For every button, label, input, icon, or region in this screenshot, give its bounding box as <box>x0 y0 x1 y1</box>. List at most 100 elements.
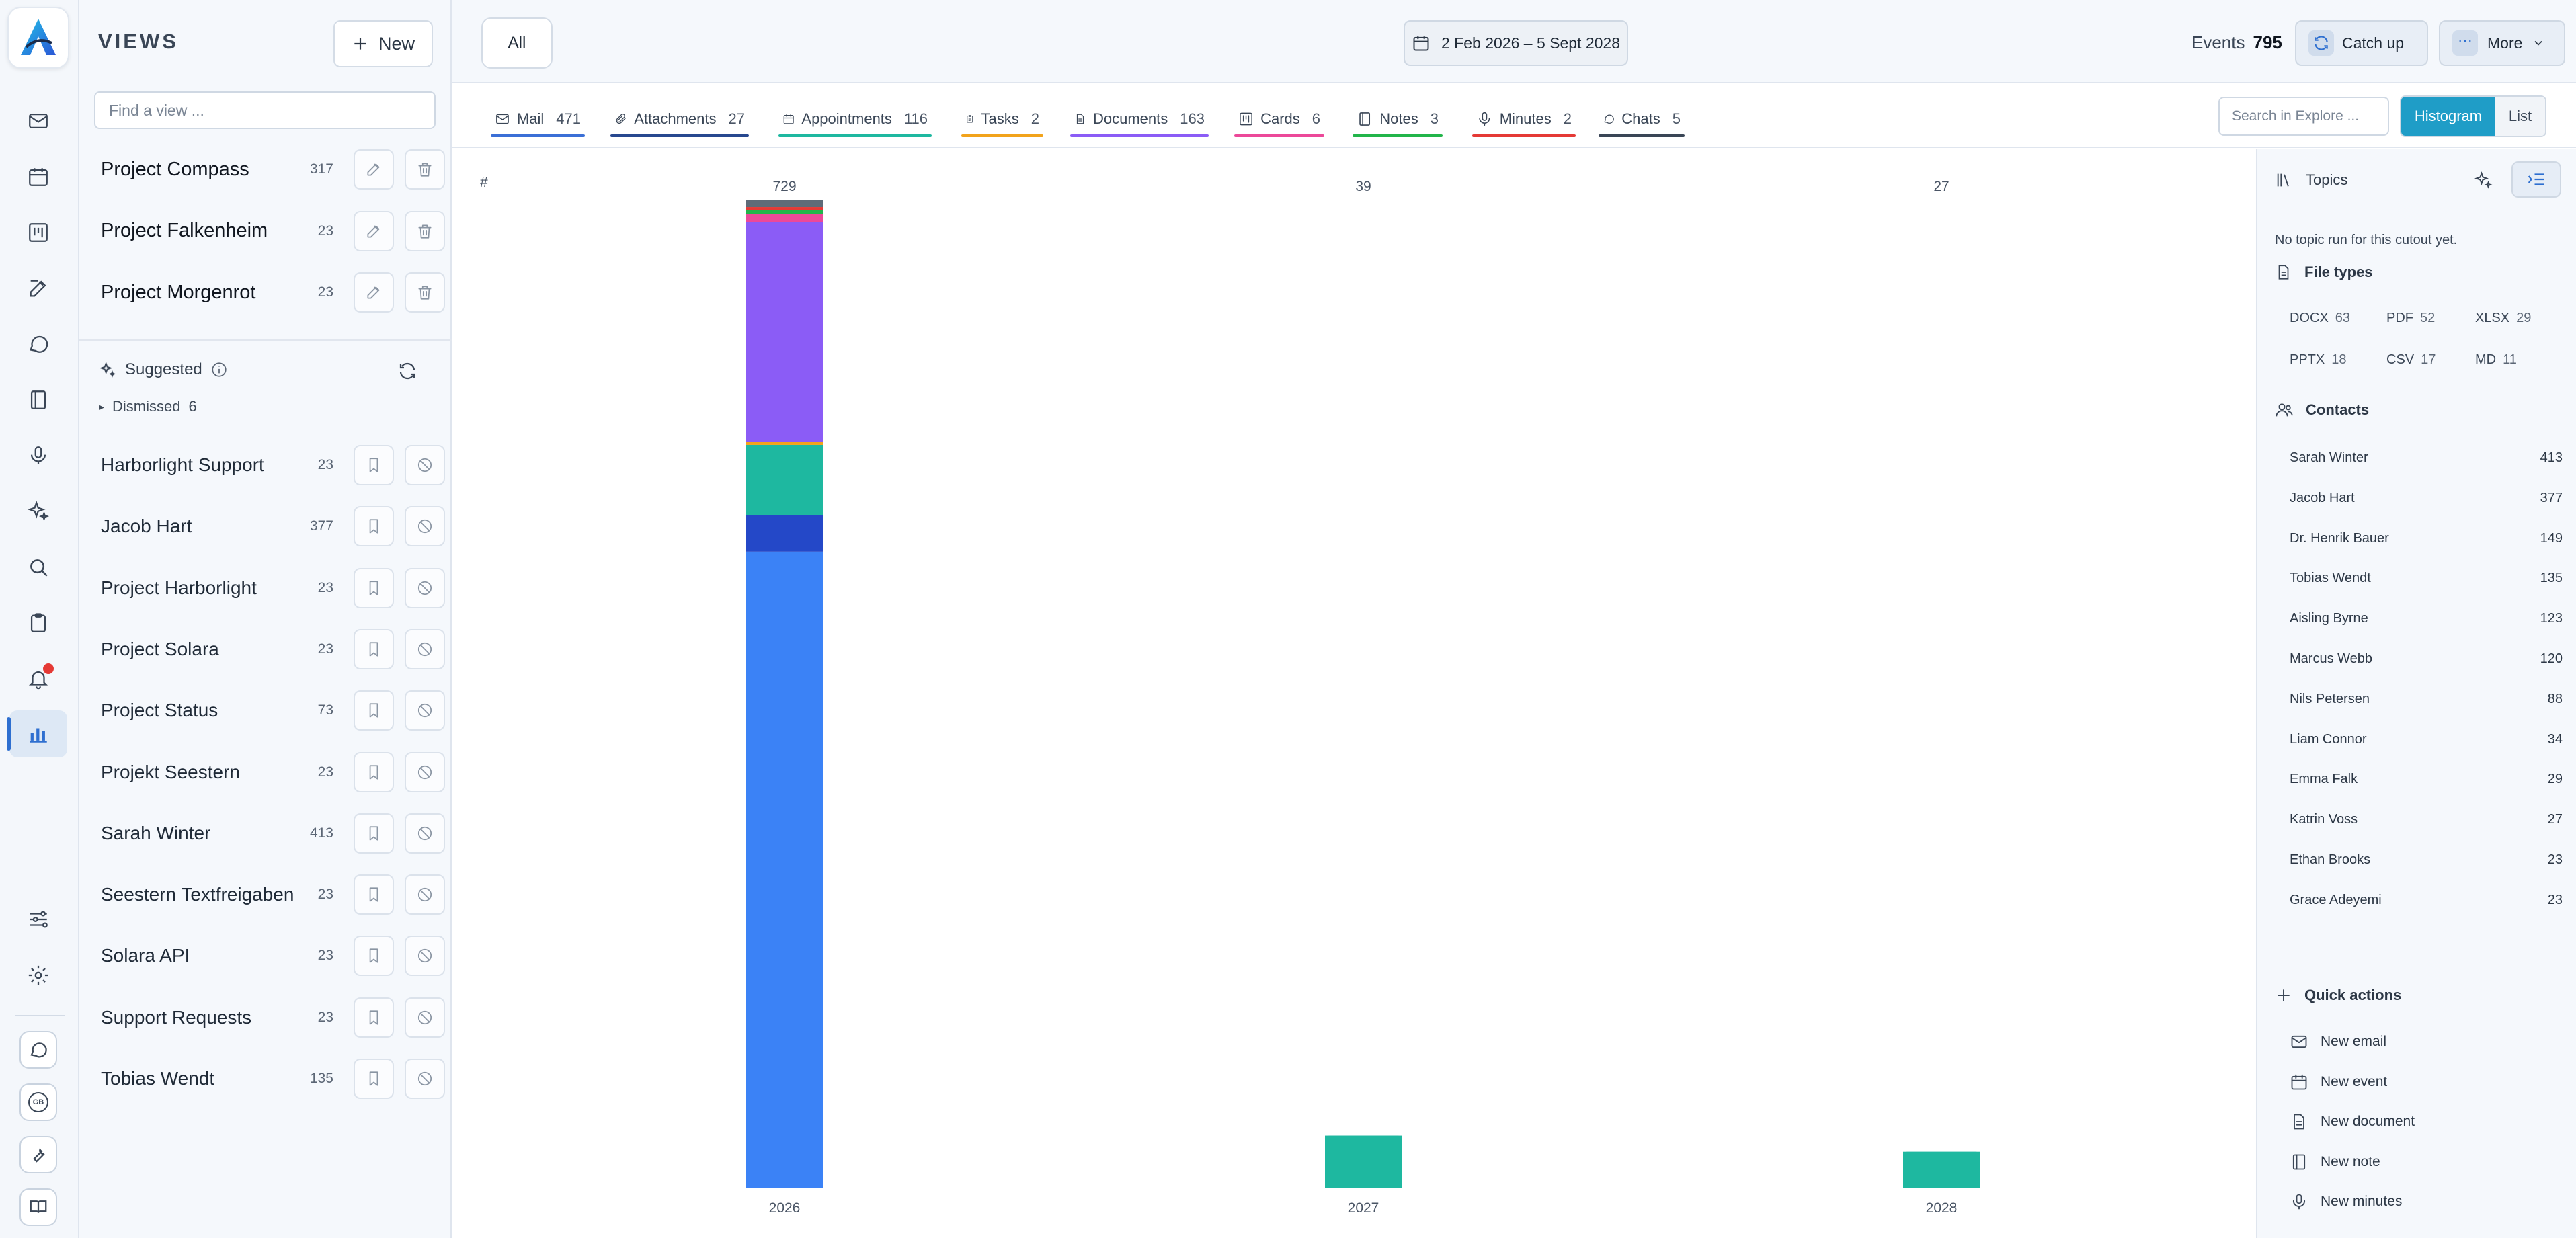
rail-edit[interactable] <box>9 265 67 312</box>
tab-chats[interactable]: Chats 5 <box>1599 105 1685 137</box>
find-view-input[interactable] <box>94 91 436 129</box>
new-view-button[interactable]: New <box>333 20 433 67</box>
save-view-button[interactable] <box>354 628 394 669</box>
rail-language[interactable]: GB <box>9 1079 67 1126</box>
file-type-chip[interactable]: MD 11 <box>2475 352 2517 368</box>
bar-segment-mail[interactable] <box>746 551 823 1188</box>
rail-notifications[interactable] <box>9 655 67 702</box>
save-view-button[interactable] <box>354 874 394 915</box>
edit-view-button[interactable] <box>354 149 394 190</box>
quick-action-new-email[interactable]: New email <box>2290 1032 2386 1051</box>
collapse-panel-button[interactable] <box>2511 161 2561 198</box>
bar-segment-appointments[interactable] <box>1325 1135 1402 1188</box>
refresh-suggested-button[interactable] <box>393 356 422 386</box>
info-icon[interactable] <box>210 361 228 378</box>
pinned-view-row[interactable]: Project Compass 317 <box>79 142 452 196</box>
contact-row[interactable]: Ethan Brooks 23 <box>2257 841 2576 879</box>
tab-appointments[interactable]: Appointments 116 <box>778 105 932 137</box>
dismiss-view-button[interactable] <box>405 813 445 854</box>
contact-row[interactable]: Katrin Voss 27 <box>2257 801 2576 839</box>
dismiss-view-button[interactable] <box>405 936 445 977</box>
file-type-chip[interactable]: DOCX 63 <box>2290 311 2350 326</box>
contact-row[interactable]: Sarah Winter 413 <box>2257 440 2576 477</box>
save-view-button[interactable] <box>354 751 394 792</box>
dismiss-view-button[interactable] <box>405 506 445 547</box>
bar-segment-appointments[interactable] <box>746 444 823 515</box>
rail-notes[interactable] <box>9 376 67 423</box>
contact-row[interactable]: Jacob Hart 377 <box>2257 480 2576 518</box>
rail-search[interactable] <box>9 544 67 591</box>
save-view-button[interactable] <box>354 445 394 485</box>
quick-action-new-note[interactable]: New note <box>2290 1153 2380 1171</box>
delete-view-button[interactable] <box>405 210 445 251</box>
tab-minutes[interactable]: Minutes 2 <box>1472 105 1576 137</box>
contact-row[interactable]: Dr. Henrik Bauer 149 <box>2257 520 2576 558</box>
dismiss-view-button[interactable] <box>405 567 445 608</box>
contact-row[interactable]: Marcus Webb 120 <box>2257 641 2576 678</box>
bar-segment-appointments[interactable] <box>1903 1151 1980 1188</box>
save-view-button[interactable] <box>354 506 394 547</box>
contact-row[interactable]: Grace Adeyemi 23 <box>2257 882 2576 919</box>
dismiss-view-button[interactable] <box>405 690 445 731</box>
tab-tasks[interactable]: Tasks 2 <box>961 105 1043 137</box>
dismiss-view-button[interactable] <box>405 997 445 1038</box>
suggested-view-row[interactable]: Projekt Seestern 23 <box>79 745 452 799</box>
contact-row[interactable]: Liam Connor 34 <box>2257 721 2576 759</box>
pinned-view-row[interactable]: Project Morgenrot 23 <box>79 265 452 319</box>
rail-kanban[interactable] <box>9 209 67 256</box>
app-logo[interactable] <box>7 7 69 69</box>
tab-cards[interactable]: Cards 6 <box>1234 105 1324 137</box>
rail-ai[interactable] <box>9 488 67 535</box>
suggested-view-row[interactable]: Tobias Wendt 135 <box>79 1052 452 1106</box>
quick-action-new-minutes[interactable]: New minutes <box>2290 1192 2402 1211</box>
rail-minutes[interactable] <box>9 432 67 479</box>
rail-explore[interactable] <box>7 710 67 757</box>
bar-cap[interactable] <box>1903 1151 1980 1157</box>
suggested-view-row[interactable]: Support Requests 23 <box>79 991 452 1044</box>
edit-view-button[interactable] <box>354 210 394 251</box>
delete-view-button[interactable] <box>405 149 445 190</box>
save-view-button[interactable] <box>354 997 394 1038</box>
rail-chat[interactable] <box>9 321 67 368</box>
more-button[interactable]: ··· More <box>2439 20 2565 66</box>
suggested-view-row[interactable]: Solara API 23 <box>79 929 452 983</box>
dismiss-view-button[interactable] <box>405 628 445 669</box>
rail-tools[interactable] <box>9 1131 67 1178</box>
bar-segment-cards[interactable] <box>746 214 823 222</box>
rail-mail[interactable] <box>9 97 67 145</box>
pinned-view-row[interactable]: Project Falkenheim 23 <box>79 204 452 258</box>
rail-support[interactable] <box>9 1026 67 1073</box>
tab-mail[interactable]: Mail 471 <box>491 105 585 137</box>
bar-segment-documents[interactable] <box>746 222 823 442</box>
rail-calendar[interactable] <box>9 153 67 200</box>
quick-action-new-event[interactable]: New event <box>2290 1073 2387 1091</box>
suggested-view-row[interactable]: Seestern Textfreigaben 23 <box>79 868 452 921</box>
dismiss-view-button[interactable] <box>405 874 445 915</box>
bar-cap[interactable] <box>746 200 823 206</box>
tab-notes[interactable]: Notes 3 <box>1353 105 1443 137</box>
bar-cap[interactable] <box>1325 1135 1402 1141</box>
suggested-view-row[interactable]: Project Status 73 <box>79 684 452 737</box>
suggested-view-row[interactable]: Project Harborlight 23 <box>79 561 452 615</box>
tab-attachments[interactable]: Attachments 27 <box>610 105 749 137</box>
file-type-chip[interactable]: CSV 17 <box>2386 352 2436 368</box>
bar-segment-tasks[interactable] <box>746 442 823 445</box>
bar-segment-minutes[interactable] <box>746 207 823 210</box>
edit-view-button[interactable] <box>354 272 394 313</box>
suggested-view-row[interactable]: Jacob Hart 377 <box>79 499 452 553</box>
dismiss-view-button[interactable] <box>405 751 445 792</box>
save-view-button[interactable] <box>354 1059 394 1099</box>
explore-search-input[interactable] <box>2218 97 2389 136</box>
dismiss-view-button[interactable] <box>405 445 445 485</box>
save-view-button[interactable] <box>354 936 394 977</box>
all-filter-button[interactable]: All <box>481 17 553 69</box>
rail-tasks[interactable] <box>9 600 67 647</box>
tab-documents[interactable]: Documents 163 <box>1070 105 1209 137</box>
delete-view-button[interactable] <box>405 272 445 313</box>
catch-up-button[interactable]: Catch up <box>2295 20 2428 66</box>
bar-segment-attachments[interactable] <box>746 515 823 552</box>
rail-settings[interactable] <box>9 952 67 999</box>
quick-action-new-document[interactable]: New document <box>2290 1112 2415 1131</box>
save-view-button[interactable] <box>354 690 394 731</box>
rail-docs[interactable] <box>9 1184 67 1231</box>
